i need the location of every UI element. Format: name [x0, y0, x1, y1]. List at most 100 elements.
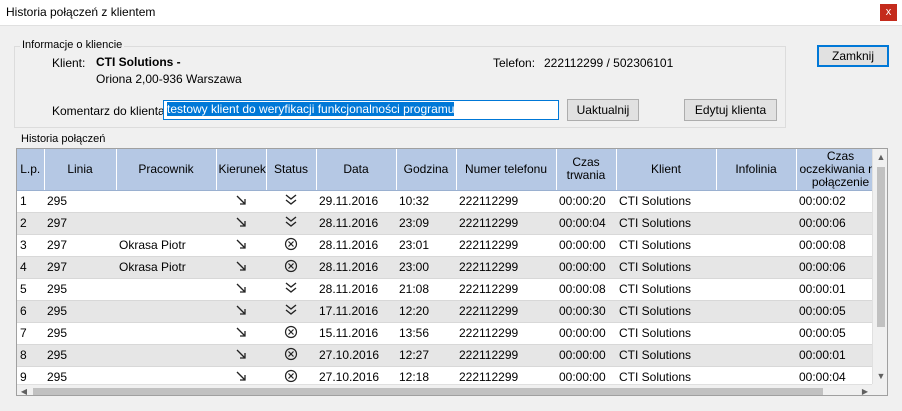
horizontal-scrollbar[interactable]: ◀ ▶ [17, 384, 872, 395]
cell-czas: 00:00:08 [556, 278, 616, 301]
cell-czas: 00:00:00 [556, 366, 616, 384]
cell-data: 28.11.2016 [316, 212, 396, 235]
table-row[interactable]: 4 297 Okrasa Piotr 28.11.2016 23:00 222112299… [17, 256, 872, 279]
column-header[interactable]: Infolinia [716, 149, 797, 191]
cell-godzina: 12:20 [396, 300, 456, 323]
cell-data: 17.11.2016 [316, 300, 396, 323]
cell-pracownik: Okrasa Piotr [116, 256, 216, 279]
table-row[interactable]: 7 295 15.11.2016 13:56 222112299 00:00:00 CTI … [17, 322, 872, 345]
direction-cell [216, 256, 266, 279]
scroll-corner [872, 384, 887, 395]
comment-value: testowy klient do weryfikacji funkcjonal… [167, 102, 455, 116]
column-header[interactable]: Godzina [396, 149, 457, 191]
scroll-down-icon[interactable]: ▼ [873, 368, 887, 384]
cell-linia: 297 [44, 234, 116, 257]
direction-cell [216, 212, 266, 235]
horizontal-scroll-thumb[interactable] [33, 388, 823, 395]
scroll-up-icon[interactable]: ▲ [873, 149, 887, 165]
grid-body: 1 295 29.11.2016 10:32 222112299 00:00:20 CTI … [17, 190, 872, 384]
status-cell [266, 366, 316, 384]
cell-lp: 6 [17, 300, 44, 323]
circle-x-icon [284, 325, 298, 342]
column-header[interactable]: Numer telefonu [456, 149, 557, 191]
table-row[interactable]: 8 295 27.10.2016 12:27 222112299 00:00:00 CTI … [17, 344, 872, 367]
column-header[interactable]: Klient [616, 149, 717, 191]
comment-label: Komentarz do klienta: [52, 104, 169, 118]
cell-oczekiwanie: 00:00:02 [796, 190, 872, 213]
cell-lp: 1 [17, 190, 44, 213]
cell-klient: CTI Solutions [616, 256, 716, 279]
cell-numer: 222112299 [456, 344, 556, 367]
arrow-down-right-icon [234, 261, 248, 276]
scroll-left-icon[interactable]: ◀ [17, 385, 31, 395]
direction-cell [216, 322, 266, 345]
cell-linia: 295 [44, 366, 116, 384]
phone-label: Telefon: [493, 56, 536, 70]
cell-data: 28.11.2016 [316, 234, 396, 257]
direction-cell [216, 234, 266, 257]
column-header[interactable]: Status [266, 149, 317, 191]
cell-pracownik [116, 190, 216, 213]
status-cell [266, 190, 316, 213]
client-name: CTI Solutions - [96, 55, 181, 69]
vertical-scroll-thumb[interactable] [877, 167, 885, 327]
column-header[interactable]: Kierunek [216, 149, 267, 191]
cell-godzina: 23:09 [396, 212, 456, 235]
scroll-right-icon[interactable]: ▶ [858, 385, 872, 395]
column-header[interactable]: Czas oczekiwania na połączenie [796, 149, 872, 191]
table-row[interactable]: 1 295 29.11.2016 10:32 222112299 00:00:20 CTI … [17, 190, 872, 213]
status-cell [266, 212, 316, 235]
cell-klient: CTI Solutions [616, 366, 716, 384]
client-info-legend: Informacje o kliencie [20, 39, 125, 51]
cell-linia: 295 [44, 278, 116, 301]
cell-czas: 00:00:20 [556, 190, 616, 213]
column-header[interactable]: Pracownik [116, 149, 217, 191]
cell-czas: 00:00:00 [556, 234, 616, 257]
table-row[interactable]: 2 297 28.11.2016 23:09 222112299 00:00:04 CTI … [17, 212, 872, 235]
table-row[interactable]: 5 295 28.11.2016 21:08 222112299 00:00:08 CTI … [17, 278, 872, 301]
cell-klient: CTI Solutions [616, 212, 716, 235]
double-chevron-down-icon [284, 303, 298, 320]
cell-godzina: 23:01 [396, 234, 456, 257]
arrow-down-right-icon [234, 239, 248, 254]
column-header[interactable]: Linia [44, 149, 117, 191]
cell-numer: 222112299 [456, 278, 556, 301]
cell-lp: 7 [17, 322, 44, 345]
close-button[interactable]: Zamknij [817, 45, 889, 67]
cell-lp: 9 [17, 366, 44, 384]
cell-numer: 222112299 [456, 256, 556, 279]
cell-linia: 295 [44, 190, 116, 213]
direction-cell [216, 344, 266, 367]
cell-pracownik [116, 322, 216, 345]
table-row[interactable]: 9 295 27.10.2016 12:18 222112299 00:00:00 CTI … [17, 366, 872, 384]
column-header[interactable]: L.p. [17, 149, 45, 191]
direction-cell [216, 366, 266, 384]
update-button[interactable]: Uaktualnij [567, 99, 639, 121]
cell-data: 27.10.2016 [316, 344, 396, 367]
cell-data: 15.11.2016 [316, 322, 396, 345]
table-row[interactable]: 6 295 17.11.2016 12:20 222112299 00:00:30 CTI … [17, 300, 872, 323]
cell-pracownik [116, 344, 216, 367]
cell-czas: 00:00:04 [556, 212, 616, 235]
cell-infolinia [716, 278, 796, 301]
cell-data: 29.11.2016 [316, 190, 396, 213]
status-cell [266, 278, 316, 301]
circle-x-icon [284, 369, 298, 385]
history-table: L.p. Linia Pracownik Kierunek Status Data Godz… [17, 149, 872, 384]
arrow-down-right-icon [234, 195, 248, 210]
cell-oczekiwanie: 00:00:06 [796, 256, 872, 279]
edit-client-button[interactable]: Edytuj klienta [684, 99, 777, 121]
status-cell [266, 344, 316, 367]
cell-pracownik [116, 300, 216, 323]
comment-input[interactable]: testowy klient do weryfikacji funkcjonal… [163, 100, 559, 120]
column-header[interactable]: Data [316, 149, 397, 191]
cell-numer: 222112299 [456, 190, 556, 213]
vertical-scrollbar[interactable]: ▲ ▼ [872, 149, 887, 384]
table-row[interactable]: 3 297 Okrasa Piotr 28.11.2016 23:01 222112299… [17, 234, 872, 257]
column-header[interactable]: Czas trwania [556, 149, 617, 191]
close-icon[interactable]: x [880, 4, 897, 21]
cell-oczekiwanie: 00:00:05 [796, 300, 872, 323]
arrow-down-right-icon [234, 349, 248, 364]
cell-godzina: 12:27 [396, 344, 456, 367]
cell-numer: 222112299 [456, 366, 556, 384]
